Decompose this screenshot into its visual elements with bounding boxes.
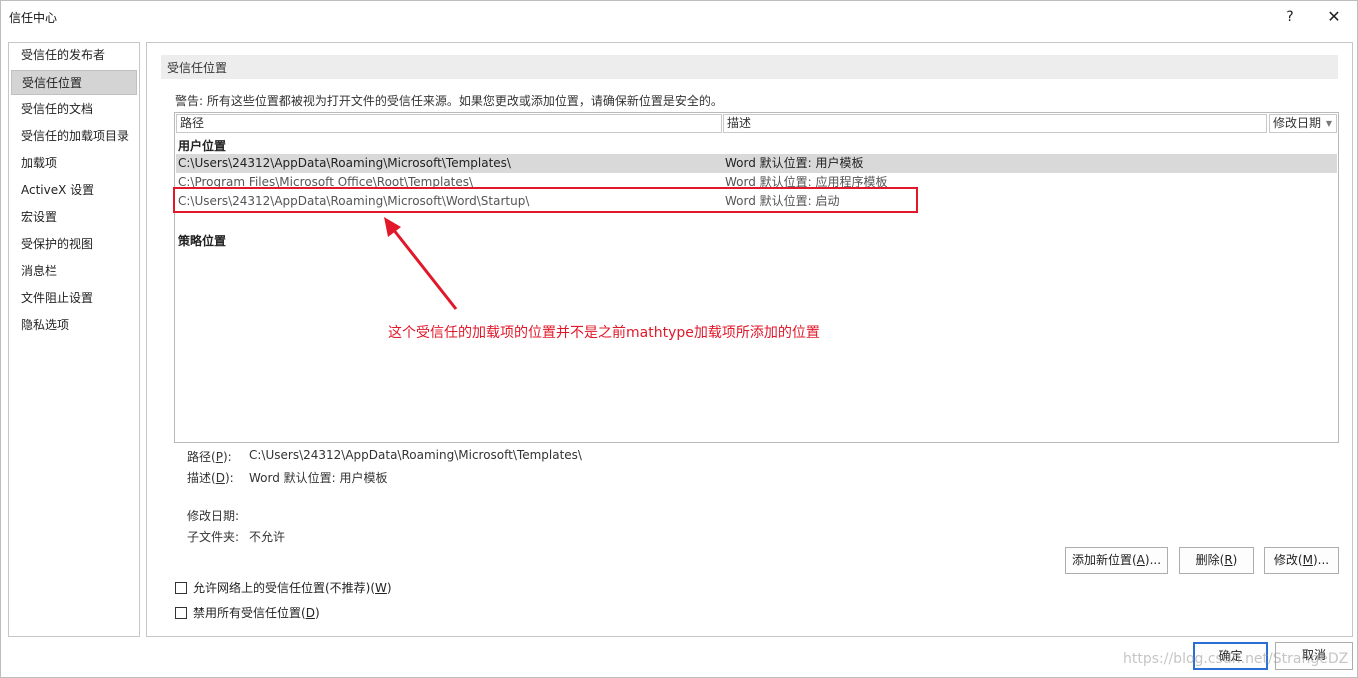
allow-network-locations-checkbox[interactable]: 允许网络上的受信任位置(不推荐)(W) bbox=[175, 580, 392, 598]
row-path: C:\Users\24312\AppData\Roaming\Microsoft… bbox=[178, 156, 511, 170]
detail-modified-label: 修改日期: bbox=[187, 509, 240, 523]
column-header-modified-label: 修改日期 bbox=[1273, 116, 1322, 130]
column-header-path[interactable]: 路径 bbox=[176, 114, 722, 133]
sidebar-item-trusted-locations[interactable]: 受信任位置 bbox=[11, 70, 137, 95]
title-bar: 信任中心 ? ✕ bbox=[1, 1, 1357, 33]
sidebar-item-macro-settings[interactable]: 宏设置 bbox=[11, 205, 137, 230]
add-new-location-button[interactable]: 添加新位置(A)... bbox=[1065, 547, 1168, 574]
trust-center-dialog: 信任中心 ? ✕ 受信任的发布者 受信任位置 受信任的文档 受信任的加载项目录 … bbox=[0, 0, 1358, 678]
table-row[interactable]: C:\Program Files\Microsoft Office\Root\T… bbox=[176, 173, 1337, 192]
modify-button[interactable]: 修改(M)... bbox=[1264, 547, 1339, 574]
warning-text: 警告: 所有这些位置都被视为打开文件的受信任来源。如果您更改或添加位置，请确保新… bbox=[175, 94, 723, 108]
detail-path-label: 路径(P): bbox=[187, 450, 232, 464]
close-button[interactable]: ✕ bbox=[1319, 5, 1349, 29]
detail-description-value: Word 默认位置: 用户模板 bbox=[249, 471, 388, 485]
table-row[interactable]: C:\Users\24312\AppData\Roaming\Microsoft… bbox=[176, 192, 1337, 211]
disable-all-locations-checkbox[interactable]: 禁用所有受信任位置(D) bbox=[175, 605, 320, 623]
row-description: Word 默认位置: 用户模板 bbox=[725, 156, 864, 170]
sidebar-item-addins[interactable]: 加载项 bbox=[11, 151, 137, 176]
detail-subfolder-label: 子文件夹: bbox=[187, 530, 240, 544]
sidebar: 受信任的发布者 受信任位置 受信任的文档 受信任的加载项目录 加载项 Activ… bbox=[8, 42, 140, 637]
row-description: Word 默认位置: 启动 bbox=[725, 194, 840, 208]
section-header: 受信任位置 bbox=[161, 55, 1338, 79]
detail-description-label: 描述(D): bbox=[187, 471, 234, 485]
sort-down-icon: ▼ bbox=[1325, 119, 1332, 128]
sidebar-item-message-bar[interactable]: 消息栏 bbox=[11, 259, 137, 284]
sidebar-item-trusted-documents[interactable]: 受信任的文档 bbox=[11, 97, 137, 122]
checkbox-box[interactable] bbox=[175, 581, 187, 594]
trusted-locations-list[interactable]: 路径 描述 修改日期 ▼ 用户位置 C:\Users\24312\AppData… bbox=[174, 112, 1339, 443]
user-locations-group-label: 用户位置 bbox=[178, 139, 227, 153]
row-path: C:\Users\24312\AppData\Roaming\Microsoft… bbox=[178, 194, 530, 208]
ok-button[interactable]: 确定 bbox=[1193, 642, 1268, 670]
row-description: Word 默认位置: 应用程序模板 bbox=[725, 175, 888, 189]
sidebar-item-trusted-publishers[interactable]: 受信任的发布者 bbox=[11, 43, 137, 68]
sidebar-item-privacy-options[interactable]: 隐私选项 bbox=[11, 313, 137, 338]
policy-locations-group-label: 策略位置 bbox=[178, 234, 227, 248]
help-button[interactable]: ? bbox=[1275, 5, 1305, 29]
cancel-button[interactable]: 取消 bbox=[1275, 642, 1353, 670]
checkbox-box[interactable] bbox=[175, 606, 187, 619]
sidebar-item-protected-view[interactable]: 受保护的视图 bbox=[11, 232, 137, 257]
column-header-description[interactable]: 描述 bbox=[723, 114, 1267, 133]
window-title: 信任中心 bbox=[9, 11, 58, 25]
detail-path-value: C:\Users\24312\AppData\Roaming\Microsoft… bbox=[249, 448, 582, 462]
remove-button[interactable]: 删除(R) bbox=[1179, 547, 1254, 574]
row-path: C:\Program Files\Microsoft Office\Root\T… bbox=[178, 175, 474, 189]
table-row[interactable]: C:\Users\24312\AppData\Roaming\Microsoft… bbox=[176, 154, 1337, 173]
section-title: 受信任位置 bbox=[167, 61, 228, 75]
detail-subfolder-value: 不允许 bbox=[249, 530, 286, 544]
sidebar-item-activex-settings[interactable]: ActiveX 设置 bbox=[11, 178, 137, 203]
annotation-text: 这个受信任的加载项的位置并不是之前mathtype加载项所添加的位置 bbox=[388, 325, 820, 341]
column-header-modified[interactable]: 修改日期 ▼ bbox=[1269, 114, 1337, 133]
sidebar-item-trusted-addin-catalogs[interactable]: 受信任的加载项目录 bbox=[11, 124, 137, 149]
sidebar-item-file-block-settings[interactable]: 文件阻止设置 bbox=[11, 286, 137, 311]
